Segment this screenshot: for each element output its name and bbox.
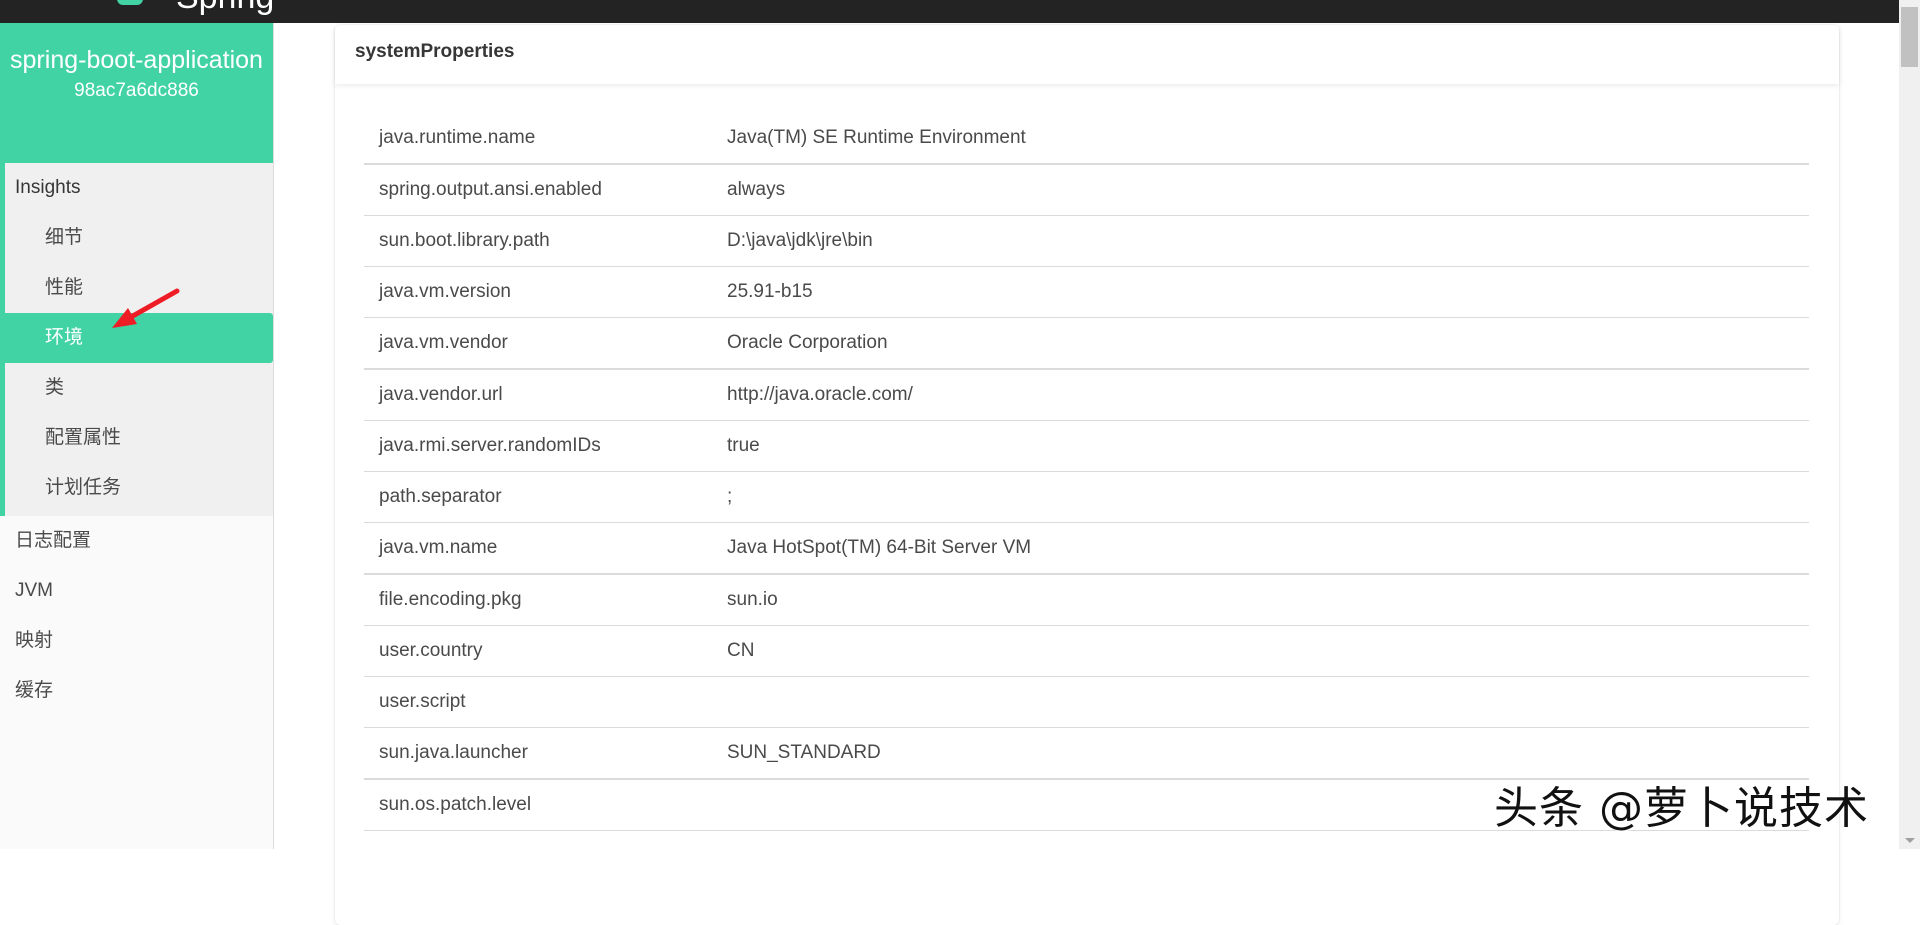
table-row: java.rmi.server.randomIDs true — [364, 420, 1809, 472]
table-row: java.vm.vendor Oracle Corporation — [364, 317, 1809, 370]
sidebar-group-title[interactable]: Insights — [0, 163, 273, 213]
scroll-down-arrow-icon[interactable] — [1905, 838, 1915, 843]
property-value: ; — [712, 471, 1809, 523]
property-key: java.vm.vendor — [364, 317, 712, 370]
property-key: java.runtime.name — [364, 113, 712, 165]
card-title: systemProperties — [335, 25, 1839, 84]
sidebar: spring-boot-application 98ac7a6dc886 Ins… — [0, 23, 274, 849]
property-key: sun.java.launcher — [364, 727, 712, 780]
brand-title[interactable]: Spring — [176, 0, 274, 17]
property-key: user.script — [364, 676, 712, 728]
property-key: file.encoding.pkg — [364, 574, 712, 626]
table-row: sun.boot.library.path D:\java\jdk\jre\bin — [364, 215, 1809, 267]
property-value: Oracle Corporation — [712, 317, 1809, 370]
main-content: systemProperties java.runtime.name Java(T… — [274, 23, 1899, 925]
sidebar-item-mappings[interactable]: 映射 — [0, 616, 273, 666]
property-key: path.separator — [364, 471, 712, 523]
property-value: D:\java\jdk\jre\bin — [712, 215, 1809, 267]
sidebar-item-scheduled-tasks[interactable]: 计划任务 — [5, 463, 273, 513]
property-key: sun.boot.library.path — [364, 215, 712, 267]
property-value: Java HotSpot(TM) 64-Bit Server VM — [712, 522, 1809, 575]
top-navbar: Spring — [0, 0, 1899, 23]
table-row: path.separator; — [364, 471, 1809, 523]
sidebar-item-jvm[interactable]: JVM — [0, 566, 273, 616]
property-key: java.rmi.server.randomIDs — [364, 420, 712, 472]
application-id: 98ac7a6dc886 — [74, 80, 199, 101]
property-value — [712, 676, 1809, 728]
application-header: spring-boot-application 98ac7a6dc886 — [0, 23, 273, 163]
property-value: true — [712, 420, 1809, 472]
sidebar-group-insights: Insights 细节 性能 环境 类 配置属性 计划任务 — [0, 163, 273, 516]
group-rail — [0, 163, 5, 516]
property-key: java.vendor.url — [364, 369, 712, 421]
property-value: 25.91-b15 — [712, 266, 1809, 318]
table-row: java.vm.name Java HotSpot(TM) 64-Bit Serv… — [364, 522, 1809, 575]
sidebar-item-metrics[interactable]: 性能 — [5, 263, 273, 313]
sidebar-item-classes[interactable]: 类 — [5, 363, 273, 413]
scrollbar-thumb[interactable] — [1901, 7, 1918, 67]
property-key: java.vm.version — [364, 266, 712, 318]
table-row: user.script — [364, 676, 1809, 728]
vertical-scrollbar[interactable] — [1899, 0, 1920, 849]
table-row: spring.output.ansi.enabled always — [364, 164, 1809, 216]
application-name: spring-boot-application — [10, 46, 263, 74]
property-value: always — [712, 164, 1809, 216]
spring-logo-icon — [117, 0, 143, 5]
sidebar-item-loggers[interactable]: 日志配置 — [0, 516, 273, 566]
property-key: user.country — [364, 625, 712, 677]
property-value: http://java.oracle.com/ — [712, 369, 1809, 421]
sidebar-item-caches[interactable]: 缓存 — [0, 666, 273, 716]
sidebar-item-environment[interactable]: 环境 — [5, 313, 273, 363]
property-value: sun.io — [712, 574, 1809, 626]
properties-table: java.runtime.name Java(TM) SE Runtime Env… — [364, 113, 1809, 831]
sidebar-item-configprops[interactable]: 配置属性 — [5, 413, 273, 463]
property-key: spring.output.ansi.enabled — [364, 164, 712, 216]
table-row: java.runtime.name Java(TM) SE Runtime Env… — [364, 113, 1809, 165]
property-value: Java(TM) SE Runtime Environment — [712, 113, 1809, 165]
table-row: file.encoding.pkg sun.io — [364, 574, 1809, 626]
property-key: sun.os.patch.level — [364, 779, 712, 831]
property-key: java.vm.name — [364, 522, 712, 575]
sidebar-item-details[interactable]: 细节 — [5, 213, 273, 263]
watermark: 头条 @萝卜说技术 — [1494, 783, 1869, 834]
property-value: CN — [712, 625, 1809, 677]
table-row: java.vendor.url http://java.oracle.com/ — [364, 369, 1809, 421]
table-row: java.vm.version 25.91-b15 — [364, 266, 1809, 318]
table-row: user.country CN — [364, 625, 1809, 677]
